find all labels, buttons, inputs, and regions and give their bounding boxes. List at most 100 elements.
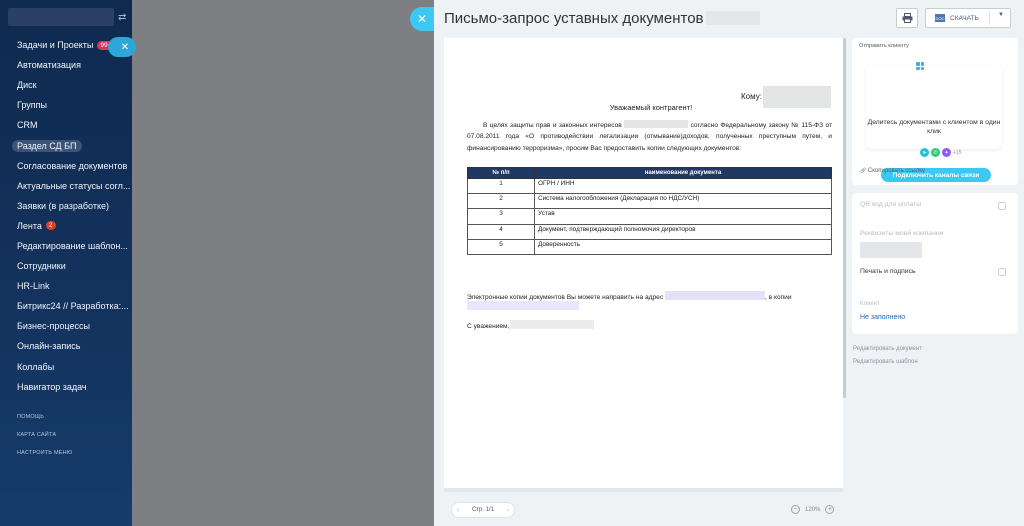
menu-footer-link[interactable]: КАРТА САЙТА: [17, 430, 73, 448]
page-indicator: Стр. 1/1: [471, 507, 495, 513]
menu-footer: ПОМОЩЬ КАРТА САЙТА НАСТРОИТЬ МЕНЮ: [17, 412, 73, 466]
print-sign-option: Печать и подпись: [860, 268, 916, 275]
sidebar-item[interactable]: Группы: [0, 95, 132, 115]
download-button[interactable]: DOC СКАЧАТЬ ▼: [925, 8, 1011, 28]
more-channels-count: +15: [953, 149, 962, 156]
chevron-down-icon[interactable]: ▼: [998, 12, 1004, 18]
menu-footer-link[interactable]: НАСТРОИТЬ МЕНЮ: [17, 448, 73, 466]
sidebar-item-label: Заявки (в разработке): [17, 200, 110, 211]
sidebar-item[interactable]: Согласование документов: [0, 156, 132, 176]
menu-collapse-icon[interactable]: ⇄: [118, 12, 126, 23]
sidebar-item-label: Автоматизация: [17, 60, 81, 71]
sidebar-item-label: HR-Link: [17, 281, 50, 292]
prev-page-icon[interactable]: ‹: [457, 507, 459, 514]
signoff-text: С уважением,: [467, 323, 510, 330]
client-label: Клиент: [860, 301, 880, 307]
sidebar-item-label: Актуальные статусы согл...: [17, 180, 131, 191]
qr-code-option: QR код для оплаты: [860, 201, 922, 208]
sidebar-item[interactable]: Навигатор задач: [0, 377, 132, 397]
sidebar-item[interactable]: Битрикс24 // Разработка:...: [0, 296, 132, 316]
link-icon: 🔗: [860, 168, 867, 174]
download-divider: [989, 11, 990, 25]
requisites-redacted[interactable]: [860, 242, 922, 258]
sidebar-item[interactable]: Сотрудники: [0, 256, 132, 276]
sidebar-item[interactable]: Заявки (в разработке): [0, 196, 132, 216]
table-row: 5 Доверенность: [467, 238, 832, 255]
company-redacted: [624, 120, 689, 128]
row-number: 1: [467, 177, 535, 195]
signer-redacted: [510, 320, 595, 329]
copy-link-label: Скопировать ссылку: [867, 168, 925, 174]
document-slider: Письмо-запрос уставных документов DOC СК…: [434, 0, 1024, 526]
edit-template-link[interactable]: Редактировать шаблон: [853, 359, 918, 365]
signoff-line: С уважением,: [467, 320, 595, 330]
sidebar-item-label: Навигатор задач: [17, 381, 87, 392]
sidebar-item[interactable]: Актуальные статусы согл...: [0, 176, 132, 196]
messenger-icon: ✦: [942, 148, 951, 157]
row-number: 3: [467, 208, 535, 225]
row-number: 5: [467, 238, 535, 255]
sidebar-item-label: Сотрудники: [17, 261, 66, 272]
document-name: Доверенность: [534, 238, 832, 255]
document-name: Устав: [534, 208, 832, 225]
sidebar-item-label: Коллабы: [17, 361, 55, 372]
sidebar-item-label: Раздел СД БП: [12, 139, 82, 152]
table-row: 3 Устав: [467, 208, 832, 225]
document-scrollbar[interactable]: [843, 38, 846, 398]
sidebar-item-label: Редактирование шаблон...: [17, 240, 128, 251]
print-button[interactable]: [896, 8, 918, 28]
requisites-label: Реквизиты моей компании: [860, 230, 944, 237]
sidebar-item[interactable]: HR-Link: [0, 276, 132, 296]
send-to-client-card: Отправить клиенту Делитесь документами с…: [852, 38, 1018, 185]
sidebar-item-label: Онлайн-запись: [17, 341, 81, 352]
sidebar-item-label: Согласование документов: [17, 160, 128, 171]
zoom-out-icon[interactable]: −: [791, 505, 800, 514]
left-menu: ⇄ Задачи и Проекты 99+ Автоматизация Диск Гр…: [0, 0, 132, 526]
zoom-in-icon[interactable]: +: [825, 505, 835, 514]
next-page-icon[interactable]: ›: [507, 507, 509, 514]
sidebar-item-label: CRM: [17, 120, 38, 131]
sidebar-item[interactable]: Коллабы: [0, 357, 132, 377]
qr-code-checkbox[interactable]: [998, 202, 1006, 210]
portal-logo-redacted[interactable]: [8, 8, 114, 26]
page-title: Письмо-запрос уставных документов: [444, 10, 760, 27]
sidebar-item[interactable]: Раздел СД БП: [0, 135, 132, 155]
zoom-level: 120%: [805, 506, 821, 513]
sidebar-item-label: Группы: [17, 100, 47, 111]
table-row: 4 Документ, подтверждающий полномочия дир…: [467, 223, 832, 240]
menu-header: ⇄: [0, 0, 132, 30]
sidebar-item[interactable]: Бизнес-процессы: [0, 316, 132, 336]
paragraph-part-1: В целях защиты прав и законных интересов: [483, 122, 622, 129]
documents-table: № п/п наименование документа 1 ОГРН / ИНН…: [467, 167, 832, 255]
sidebar-item[interactable]: Редактирование шаблон...: [0, 236, 132, 256]
column-header-number: № п/п: [467, 167, 535, 179]
copy-link-button[interactable]: 🔗 Скопировать ссылку: [860, 168, 925, 174]
slider-close-button[interactable]: ✕: [410, 7, 434, 31]
page-title-text: Письмо-запрос уставных документов: [444, 10, 704, 27]
edit-document-link[interactable]: Редактировать документ: [853, 346, 922, 352]
column-header-name: наименование документа: [534, 167, 832, 179]
sidebar-item[interactable]: Диск: [0, 75, 132, 95]
printer-icon: [902, 13, 912, 23]
telegram-icon: ➤: [920, 148, 929, 157]
document-preview[interactable]: Кому: Уважаемый контрагент! В целях защи…: [444, 38, 843, 488]
sidebar-item[interactable]: Онлайн-запись: [0, 336, 132, 356]
sidebar-item[interactable]: Автоматизация: [0, 55, 132, 75]
document-name: Система налогообложения (Декларация по Н…: [534, 193, 832, 210]
messenger-icons: ➤ ✆ ✦ +15: [920, 148, 961, 157]
document-name: ОГРН / ИНН: [534, 177, 832, 195]
email-redacted: [664, 291, 765, 300]
sidebar-item[interactable]: CRM: [0, 115, 132, 135]
recipient-label: Кому:: [741, 92, 762, 102]
send-to-client-header: Отправить клиенту: [859, 43, 909, 49]
menu-pin-close-icon[interactable]: ✕: [108, 37, 136, 57]
row-number: 2: [467, 193, 535, 210]
page-separator: [444, 488, 843, 492]
client-value-link[interactable]: Не заполнено: [860, 314, 905, 321]
close-icon: ✕: [416, 12, 428, 26]
whatsapp-icon: ✆: [931, 148, 940, 157]
menu-footer-link[interactable]: ПОМОЩЬ: [17, 412, 73, 430]
print-sign-checkbox[interactable]: [998, 268, 1006, 276]
sidebar-item[interactable]: Лента 2: [0, 216, 132, 236]
download-label: СКАЧАТЬ: [950, 14, 979, 22]
